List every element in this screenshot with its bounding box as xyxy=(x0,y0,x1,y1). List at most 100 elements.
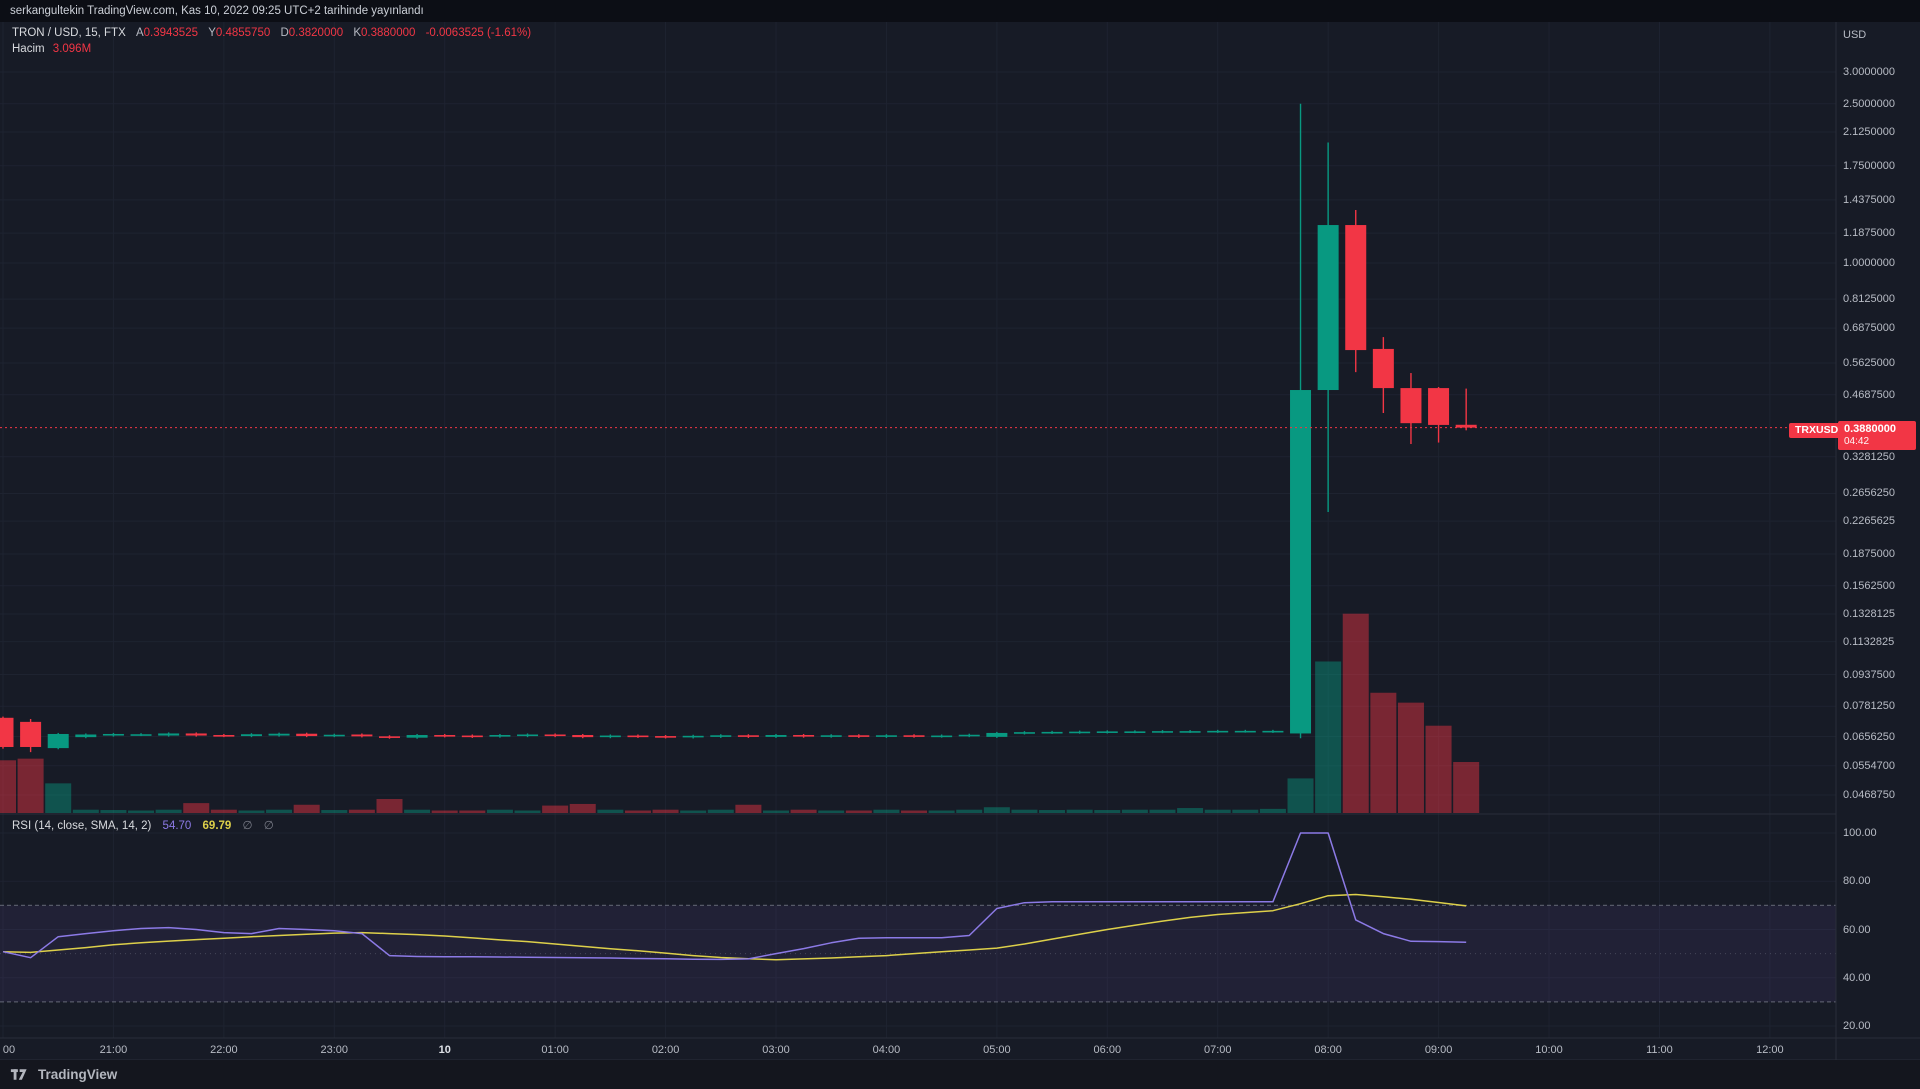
volume-bar xyxy=(1149,810,1175,813)
volume-bar xyxy=(708,810,734,813)
candle-body xyxy=(75,734,96,737)
candle-body xyxy=(103,734,124,736)
open-key: A xyxy=(136,27,144,39)
volume-bar xyxy=(873,810,899,813)
volume-bar xyxy=(349,810,375,813)
close-value: 0.3880000 xyxy=(361,27,415,39)
time-tick-label: 01:00 xyxy=(541,1044,569,1057)
price-tick-label: 0.0937500 xyxy=(1843,669,1895,682)
time-tick-label: 04:00 xyxy=(873,1044,901,1057)
candle-body xyxy=(793,735,814,737)
volume-bar xyxy=(1232,810,1258,813)
volume-bar xyxy=(763,811,789,813)
tradingview-brand-link[interactable]: TradingView xyxy=(38,1067,117,1082)
rsi-title: RSI (14, close, SMA, 14, 2) xyxy=(12,820,151,832)
time-tick-label: 10 xyxy=(439,1044,451,1057)
candle-body xyxy=(1290,390,1311,733)
rsi-band-empty-1: ∅ xyxy=(243,820,253,832)
candle-body xyxy=(20,722,41,747)
price-tick-label: 0.1132825 xyxy=(1843,636,1894,649)
rsi-legend: RSI (14, close, SMA, 14, 2) 54.70 69.79 … xyxy=(12,818,274,832)
rsi-tick-label: 40.00 xyxy=(1843,972,1871,985)
candle-body xyxy=(1014,732,1035,734)
price-tick-label: 0.1328125 xyxy=(1843,608,1895,621)
price-tick-label: 0.6875000 xyxy=(1843,322,1895,335)
time-tick-label: 03:00 xyxy=(762,1044,790,1057)
candle-body xyxy=(655,736,676,738)
time-tick-label: 12:00 xyxy=(1756,1044,1784,1057)
low-key: D xyxy=(280,27,288,39)
change-value: -0.0063525 (-1.61%) xyxy=(426,27,531,39)
volume-bar xyxy=(735,805,761,813)
candle-body xyxy=(1373,349,1394,388)
symbol-legend: TRON / USD, 15, FTX A0.3943525 Y0.485575… xyxy=(12,27,531,39)
time-tick-label: 23:00 xyxy=(321,1044,349,1057)
candle-body xyxy=(1207,731,1228,733)
candle-body xyxy=(1235,731,1256,733)
candle-body xyxy=(1345,225,1366,350)
price-tick-label: 0.4687500 xyxy=(1843,389,1895,402)
footer-bar: TradingView xyxy=(0,1060,1920,1089)
candle-body xyxy=(1152,731,1173,733)
time-tick-label: 21:00 xyxy=(100,1044,128,1057)
high-key: Y xyxy=(208,27,216,39)
rsi-band-empty-2: ∅ xyxy=(264,820,274,832)
time-axis[interactable]: 0021:0022:0023:001001:0002:0003:0004:000… xyxy=(0,1038,1836,1060)
volume-bar xyxy=(100,810,126,813)
volume-bar xyxy=(1288,778,1314,813)
candle-body xyxy=(379,736,400,738)
candle-body xyxy=(213,735,234,737)
volume-bar xyxy=(515,811,541,813)
volume-bar xyxy=(376,799,402,813)
volume-bar xyxy=(570,804,596,813)
candle-body xyxy=(765,735,786,737)
candle-body xyxy=(296,734,317,736)
candle-body xyxy=(48,734,69,748)
price-tick-label: 0.0781250 xyxy=(1843,700,1895,713)
candle-body xyxy=(158,733,179,735)
candle-body xyxy=(462,736,483,738)
price-tick-label: 2.5000000 xyxy=(1843,98,1895,111)
candle-body xyxy=(710,735,731,737)
time-tick-label: 09:00 xyxy=(1425,1044,1453,1057)
volume-bar xyxy=(73,810,99,813)
volume-bar xyxy=(542,806,568,813)
price-axis[interactable]: 3.00000002.50000002.12500001.75000001.43… xyxy=(1836,22,1920,1060)
candle-body xyxy=(627,736,648,738)
candle-body xyxy=(821,735,842,737)
time-tick-label: 22:00 xyxy=(210,1044,238,1057)
candle-body xyxy=(959,735,980,737)
candle-body xyxy=(186,733,207,735)
volume-bar xyxy=(846,811,872,813)
price-tick-label: 0.0656250 xyxy=(1843,731,1895,744)
candle-body xyxy=(848,735,869,737)
bar-countdown: 04:42 xyxy=(1844,436,1916,448)
candle-body xyxy=(1069,732,1090,734)
price-tick-label: 1.1875000 xyxy=(1843,227,1895,240)
price-tick-label: 3.0000000 xyxy=(1843,66,1895,79)
candle-body xyxy=(876,735,897,737)
open-value: 0.3943525 xyxy=(144,27,198,39)
volume-bar xyxy=(1011,810,1037,813)
close-key: K xyxy=(353,27,361,39)
attribution-text: serkangultekin TradingView.com, Kas 10, … xyxy=(10,5,424,17)
attribution-bar: serkangultekin TradingView.com, Kas 10, … xyxy=(0,0,1920,22)
time-tick-label: 10:00 xyxy=(1535,1044,1563,1057)
volume-bar xyxy=(1205,810,1231,813)
candle-body xyxy=(986,733,1007,737)
price-tick-label: 1.0000000 xyxy=(1843,257,1895,270)
price-tick-label: 2.1250000 xyxy=(1843,126,1895,139)
volume-legend: Hacim 3.096M xyxy=(12,43,91,55)
price-tick-label: 1.7500000 xyxy=(1843,160,1895,173)
candle-body xyxy=(572,735,593,737)
volume-bar xyxy=(211,810,237,813)
time-tick-label: 08:00 xyxy=(1314,1044,1342,1057)
time-tick-label: 06:00 xyxy=(1094,1044,1122,1057)
volume-bar xyxy=(128,811,154,813)
time-tick-label: 02:00 xyxy=(652,1044,680,1057)
chart-canvas[interactable] xyxy=(0,0,1920,1089)
tradingview-logo-icon[interactable] xyxy=(10,1067,31,1082)
volume-bar xyxy=(238,811,264,813)
symbol-price-line-chip: TRXUSD xyxy=(1789,423,1844,438)
candle-body xyxy=(1318,225,1339,390)
